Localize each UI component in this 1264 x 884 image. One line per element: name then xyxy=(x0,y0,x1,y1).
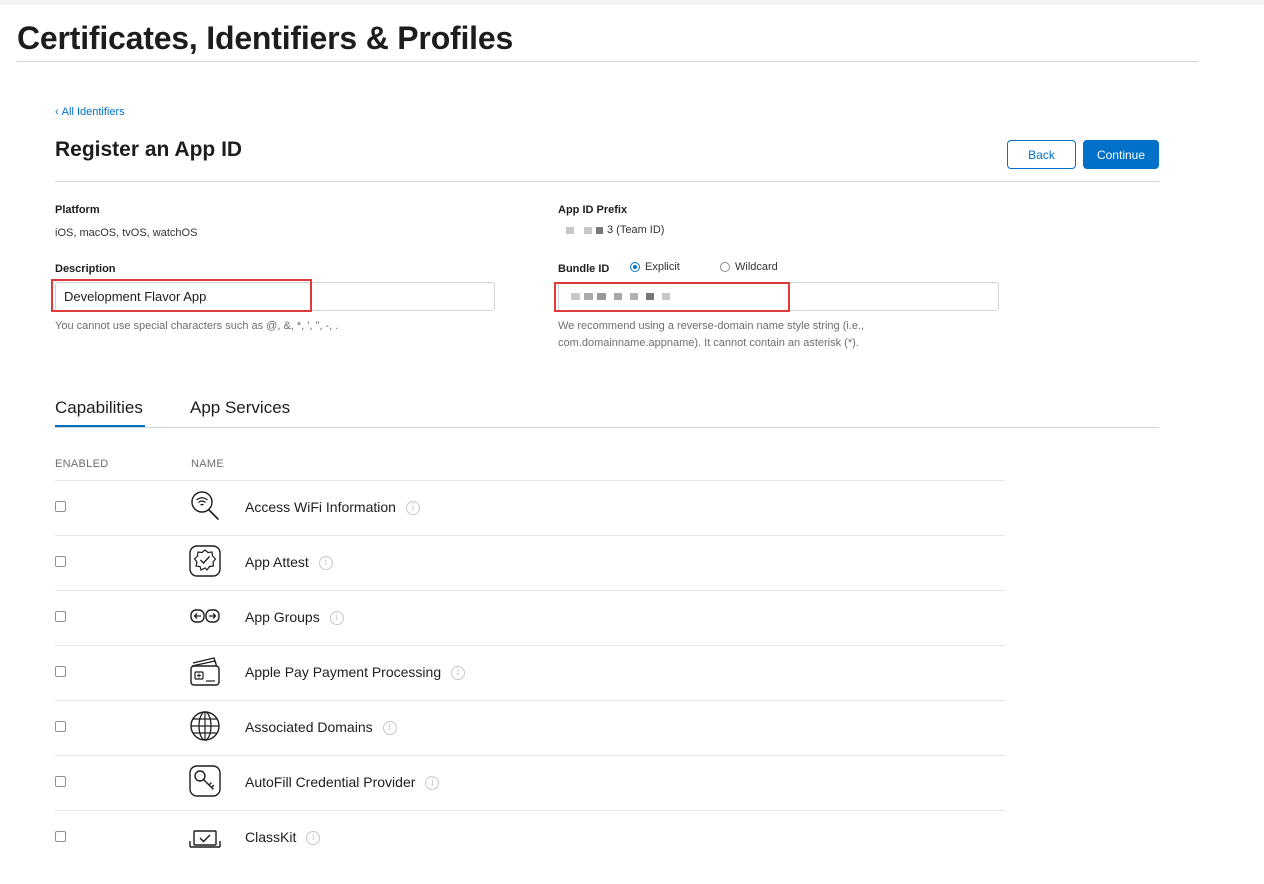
redacted-block xyxy=(571,293,580,300)
row-divider xyxy=(55,645,1005,646)
description-hint: You cannot use special characters such a… xyxy=(55,320,339,332)
enable-checkbox[interactable] xyxy=(55,776,66,787)
row-divider xyxy=(55,755,1005,756)
back-button[interactable]: Back xyxy=(1007,140,1076,169)
globe-icon xyxy=(190,711,220,741)
redacted-block xyxy=(584,226,592,234)
capability-name: Associated Domains i xyxy=(245,719,397,736)
active-tab-indicator xyxy=(55,425,145,427)
title-divider xyxy=(17,61,1198,62)
info-icon[interactable]: i xyxy=(306,831,321,846)
chevron-left-icon: ‹ xyxy=(55,106,59,118)
enable-checkbox[interactable] xyxy=(55,556,66,567)
table-row: AutoFill Credential Provider i xyxy=(55,755,1005,810)
platform-value: iOS, macOS, tvOS, watchOS xyxy=(55,227,198,239)
capability-label: App Groups xyxy=(245,609,320,625)
section-title: Register an App ID xyxy=(55,138,243,161)
key-icon xyxy=(189,765,221,797)
info-icon[interactable]: i xyxy=(451,666,466,681)
redacted-block xyxy=(584,293,593,300)
tabs-divider xyxy=(55,427,1159,428)
app-groups-icon xyxy=(190,609,220,623)
enable-checkbox[interactable] xyxy=(55,831,66,842)
tab-capabilities[interactable]: Capabilities xyxy=(55,398,143,418)
column-header-enabled: ENABLED xyxy=(55,458,109,470)
redacted-block xyxy=(662,293,670,300)
table-row: App Groups i xyxy=(55,590,1005,645)
info-icon[interactable]: i xyxy=(329,611,344,626)
app-id-prefix-label: App ID Prefix xyxy=(558,204,628,216)
table-row: ClassKit i xyxy=(55,810,1005,865)
redacted-bundle-id xyxy=(571,293,674,300)
row-divider xyxy=(55,535,1005,536)
app-id-prefix-suffix: 3 (Team ID) xyxy=(607,224,665,236)
platform-label: Platform xyxy=(55,204,100,216)
info-icon[interactable]: i xyxy=(405,501,420,516)
capability-name: ClassKit i xyxy=(245,829,321,846)
section-divider xyxy=(55,181,1159,182)
row-divider xyxy=(55,810,1005,811)
bundle-id-field[interactable] xyxy=(558,282,999,311)
app-attest-icon xyxy=(189,545,221,577)
bundle-id-wildcard-radio[interactable]: Wildcard xyxy=(720,261,778,273)
table-row: Access WiFi Information i xyxy=(55,480,1005,535)
info-icon[interactable]: i xyxy=(425,776,440,791)
capability-label: ClassKit xyxy=(245,829,297,845)
tab-app-services[interactable]: App Services xyxy=(190,398,290,418)
table-row: Associated Domains i xyxy=(55,700,1005,755)
bundle-id-explicit-radio[interactable]: Explicit xyxy=(630,261,680,273)
breadcrumb-label: All Identifiers xyxy=(61,106,125,118)
info-icon[interactable]: i xyxy=(318,556,333,571)
app-id-prefix-value: 3 (Team ID) xyxy=(566,224,664,236)
redacted-block xyxy=(566,226,574,234)
bundle-id-hint: We recommend using a reverse-domain name… xyxy=(558,318,864,352)
enable-checkbox[interactable] xyxy=(55,721,66,732)
wildcard-label: Wildcard xyxy=(735,261,778,273)
capability-name: Access WiFi Information i xyxy=(245,499,420,516)
capability-name: App Groups i xyxy=(245,609,344,626)
classkit-icon xyxy=(189,830,221,848)
redacted-block xyxy=(630,293,638,300)
description-field[interactable]: Development Flavor App xyxy=(55,282,495,311)
page-title: Certificates, Identifiers & Profiles xyxy=(17,20,514,56)
capability-label: Access WiFi Information xyxy=(245,499,396,515)
wifi-search-icon xyxy=(191,491,219,520)
row-divider xyxy=(55,700,1005,701)
breadcrumb-all-identifiers[interactable]: ‹ All Identifiers xyxy=(55,106,125,118)
column-header-name: NAME xyxy=(191,458,224,470)
redacted-block xyxy=(614,293,622,300)
radio-unselected-icon xyxy=(720,262,730,272)
redacted-block xyxy=(646,293,654,300)
table-row: App Attest i xyxy=(55,535,1005,590)
row-divider xyxy=(55,590,1005,591)
continue-button[interactable]: Continue xyxy=(1083,140,1159,169)
bundle-id-label: Bundle ID xyxy=(558,263,610,275)
capability-label: Apple Pay Payment Processing xyxy=(245,664,442,680)
capability-name: AutoFill Credential Provider i xyxy=(245,774,440,791)
enable-checkbox[interactable] xyxy=(55,501,66,512)
enable-checkbox[interactable] xyxy=(55,666,66,677)
explicit-label: Explicit xyxy=(645,261,680,273)
capability-label: App Attest xyxy=(245,554,309,570)
radio-selected-icon xyxy=(630,262,640,272)
table-row: Apple Pay Payment Processing i xyxy=(55,645,1005,700)
capability-label: Associated Domains xyxy=(245,719,373,735)
redacted-block xyxy=(597,293,606,300)
row-divider xyxy=(55,480,1005,481)
info-icon[interactable]: i xyxy=(382,721,397,736)
capability-name: App Attest i xyxy=(245,554,333,571)
enable-checkbox[interactable] xyxy=(55,611,66,622)
top-border xyxy=(0,0,1264,5)
description-label: Description xyxy=(55,263,116,275)
capability-name: Apple Pay Payment Processing i xyxy=(245,664,466,681)
bundle-id-hint-line-2: com.domainname.appname). It cannot conta… xyxy=(558,337,859,349)
capability-label: AutoFill Credential Provider xyxy=(245,774,416,790)
redacted-block xyxy=(596,226,603,234)
apple-pay-icon xyxy=(190,657,220,686)
bundle-id-hint-line-1: We recommend using a reverse-domain name… xyxy=(558,320,865,332)
